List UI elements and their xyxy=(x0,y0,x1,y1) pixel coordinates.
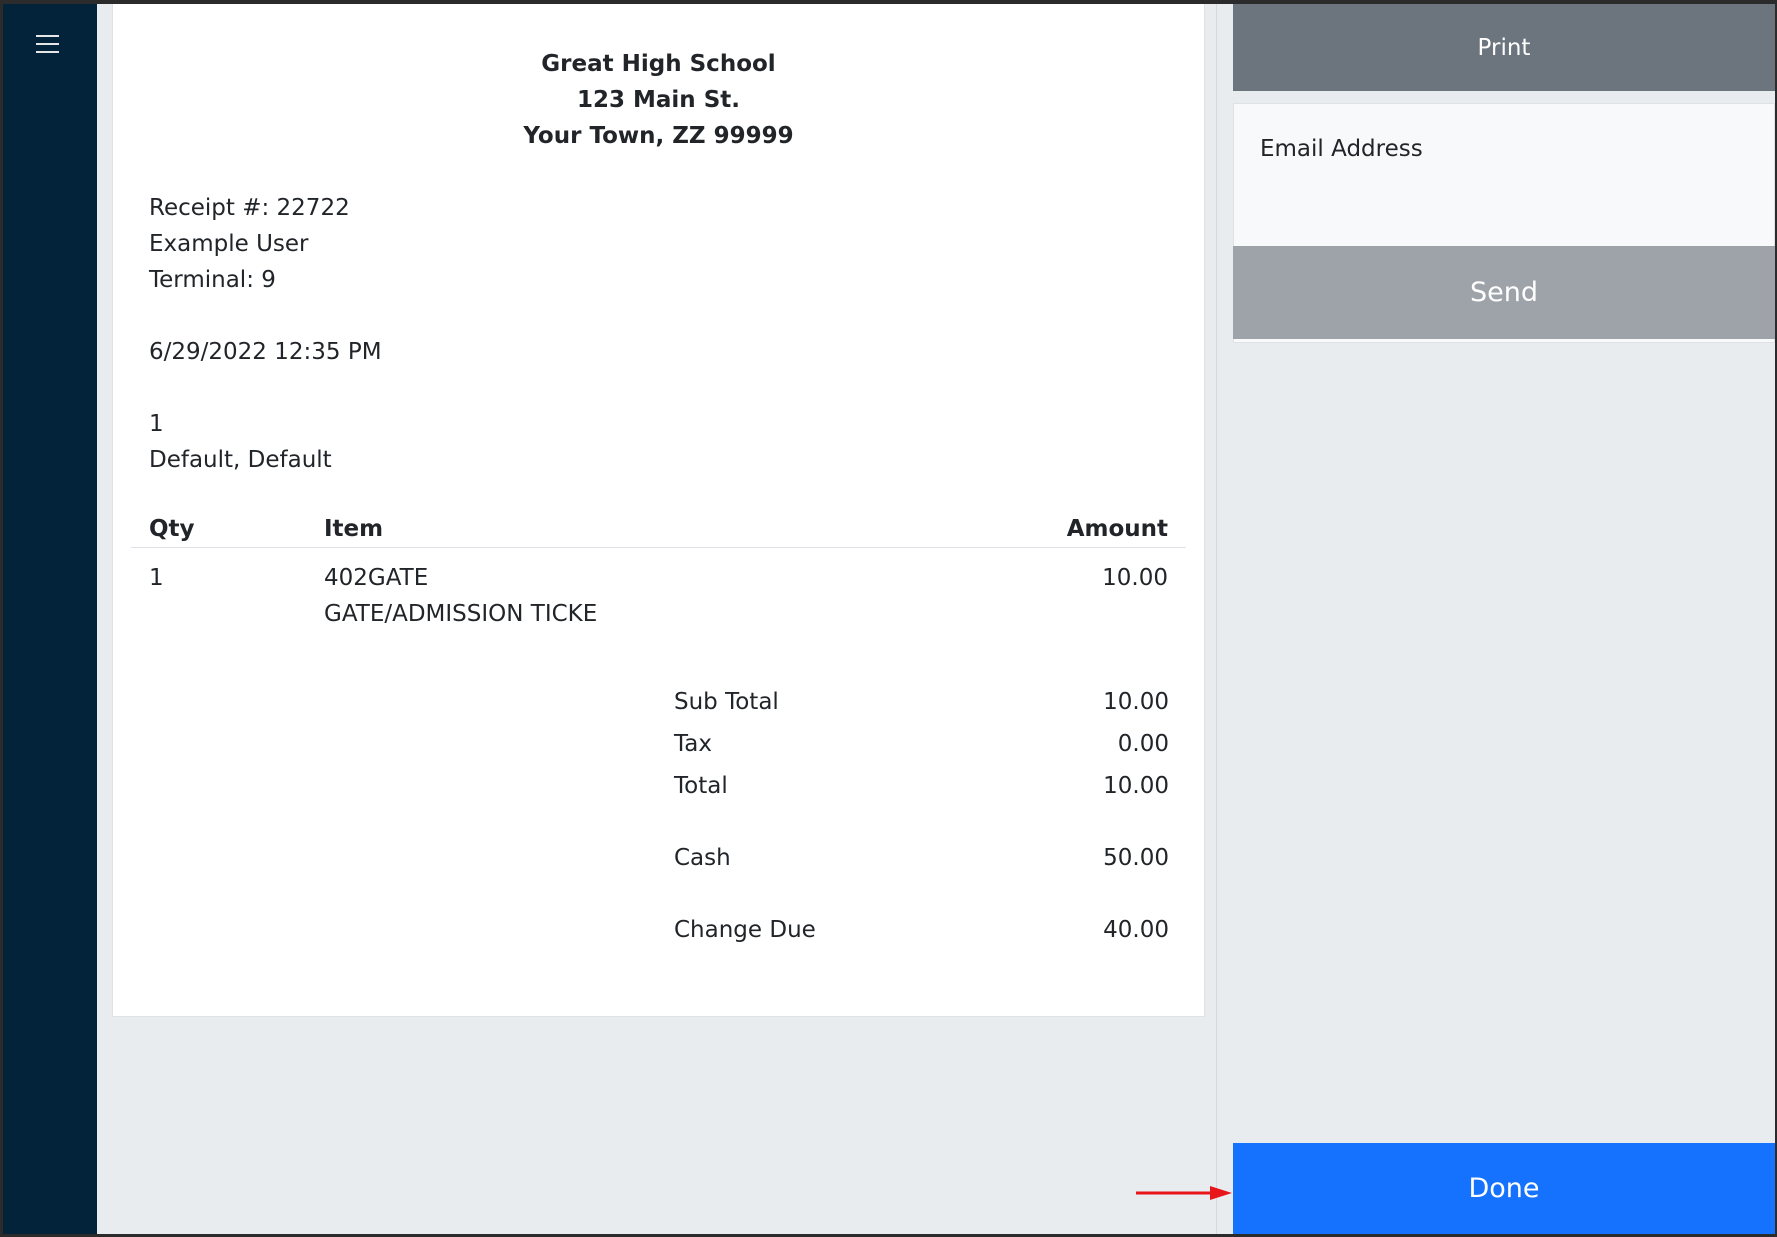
address-line-2: Your Town, ZZ 99999 xyxy=(523,123,794,149)
print-button[interactable]: Print xyxy=(1233,4,1775,91)
total-row: Total 10.00 xyxy=(674,765,1169,807)
tax-value: 0.00 xyxy=(1117,731,1169,757)
app-window: Great High School 123 Main St. Your Town… xyxy=(3,4,1775,1234)
item-description: GATE/ADMISSION TICKE xyxy=(324,601,598,627)
receipt: Great High School 123 Main St. Your Town… xyxy=(112,4,1205,1017)
receipt-column: Great High School 123 Main St. Your Town… xyxy=(97,4,1217,1234)
terminal-number: Terminal: 9 xyxy=(149,267,276,293)
customer-name: Default, Default xyxy=(149,447,332,473)
column-header-amount: Amount xyxy=(1066,515,1168,542)
change-due-value: 40.00 xyxy=(1103,917,1169,943)
item-amount: 10.00 xyxy=(1102,565,1168,591)
tax-label: Tax xyxy=(674,731,712,757)
tax-row: Tax 0.00 xyxy=(674,723,1169,765)
item-qty: 1 xyxy=(149,565,164,591)
school-name: Great High School xyxy=(541,51,776,77)
subtotal-row: Sub Total 10.00 xyxy=(674,681,1169,723)
hamburger-menu-icon[interactable] xyxy=(33,30,63,56)
done-button[interactable]: Done xyxy=(1233,1143,1775,1234)
sidebar xyxy=(3,4,97,1234)
send-button[interactable]: Send xyxy=(1233,246,1775,339)
cash-row: Cash 50.00 xyxy=(674,837,1169,879)
change-due-label: Change Due xyxy=(674,917,816,943)
address-line-1: 123 Main St. xyxy=(577,87,740,113)
totals-section: Sub Total 10.00 Tax 0.00 Total 10.00 Cas… xyxy=(674,681,1169,951)
subtotal-label: Sub Total xyxy=(674,689,779,715)
subtotal-value: 10.00 xyxy=(1103,689,1169,715)
email-address-label: Email Address xyxy=(1260,136,1423,162)
red-arrow-annotation-icon xyxy=(1136,1186,1232,1200)
cash-value: 50.00 xyxy=(1103,845,1169,871)
receipt-number: Receipt #: 22722 xyxy=(149,195,350,221)
column-header-qty: Qty xyxy=(149,515,195,542)
change-due-row: Change Due 40.00 xyxy=(674,909,1169,951)
receipt-info: Receipt #: 22722 Example User Terminal: … xyxy=(113,190,1204,478)
actions-panel: Print Email Address Send Done xyxy=(1233,4,1775,1234)
customer-id: 1 xyxy=(149,411,164,437)
column-header-item: Item xyxy=(324,515,384,542)
transaction-datetime: 6/29/2022 12:35 PM xyxy=(149,339,382,365)
table-row: 1 402GATE GATE/ADMISSION TICKE 10.00 xyxy=(131,548,1186,632)
item-details: 402GATE GATE/ADMISSION TICKE xyxy=(324,560,968,632)
total-value: 10.00 xyxy=(1103,773,1169,799)
receipt-header: Great High School 123 Main St. Your Town… xyxy=(113,4,1204,154)
item-code: 402GATE xyxy=(324,565,429,591)
line-items-table: Qty Item Amount 1 402GATE GATE/ADMISSION… xyxy=(131,510,1186,632)
total-label: Total xyxy=(674,773,728,799)
table-header: Qty Item Amount xyxy=(131,510,1186,548)
cashier-name: Example User xyxy=(149,231,309,257)
cash-label: Cash xyxy=(674,845,731,871)
